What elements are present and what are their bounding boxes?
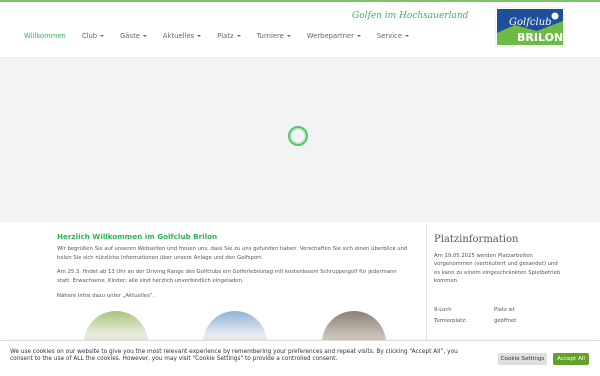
- nav-item-label: Aktuelles: [162, 32, 195, 40]
- cookie-notice-text: We use cookies on our website to give yo…: [10, 349, 458, 363]
- caret-down-icon: [197, 35, 202, 37]
- nav-item-werbepartner[interactable]: Werbepartner: [299, 29, 369, 43]
- caret-down-icon: [286, 35, 291, 37]
- caret-down-icon: [236, 35, 241, 37]
- sidebar-notice: Am 19.05.2025 werden Platzarbeiten vorge…: [434, 253, 561, 284]
- caret-down-icon: [405, 35, 410, 37]
- logo-text-top: Golfclub: [509, 17, 552, 28]
- nav-item-label: Willkommen: [24, 32, 66, 40]
- nav-item-aktuelles[interactable]: Aktuelles: [155, 29, 209, 43]
- course-status-row: Turnierplatz: geöffnet: [434, 317, 584, 325]
- site-tagline: Golfen im Hochsauerland: [352, 11, 469, 21]
- nav-item-platz[interactable]: Platz: [209, 29, 248, 43]
- event-paragraph: Am 25.3. findet ab 13 Uhr an der Driving…: [57, 269, 397, 284]
- info-paragraph: Nähere Infos dazu unter „Aktuelles“.: [57, 293, 155, 299]
- course-status: geöffnet: [494, 318, 517, 324]
- logo-text-bottom: BRILON: [517, 31, 563, 44]
- nav-item-label: Gäste: [120, 32, 140, 40]
- main-navigation: Willkommen Club Gäste Aktuelles Platz Tu…: [16, 29, 417, 43]
- cookie-settings-button[interactable]: Cookie Settings: [498, 353, 547, 365]
- top-accent-bar: [0, 0, 600, 2]
- nav-item-label: Platz: [217, 32, 234, 40]
- nav-item-label: Club: [81, 32, 98, 40]
- sidebar-divider: [426, 224, 427, 348]
- nav-item-label: Turniere: [256, 32, 284, 40]
- caret-down-icon: [100, 35, 105, 37]
- caret-down-icon: [356, 35, 361, 37]
- course-status: Platz ist: [494, 307, 515, 313]
- nav-item-club[interactable]: Club: [74, 29, 112, 43]
- nav-item-service[interactable]: Service: [369, 29, 417, 43]
- course-label: 9-Loch: [434, 307, 452, 313]
- nav-item-turniere[interactable]: Turniere: [249, 29, 299, 43]
- course-status-row: 9-Loch Platz ist: [434, 306, 584, 314]
- cookie-banner: We use cookies on our website to give yo…: [0, 340, 600, 376]
- sidebar-title: Platzinformation: [434, 234, 519, 245]
- nav-item-willkommen[interactable]: Willkommen: [16, 29, 74, 43]
- accept-all-button[interactable]: Accept All: [553, 353, 589, 365]
- nav-item-gaeste[interactable]: Gäste: [112, 29, 155, 43]
- loading-spinner-icon: [288, 126, 308, 146]
- golfclub-brilon-logo[interactable]: Golfclub BRILON: [495, 7, 565, 47]
- welcome-paragraph: Wir begrüßen Sie auf unseren Webseiten u…: [57, 246, 408, 261]
- nav-item-label: Werbepartner: [306, 32, 354, 40]
- caret-down-icon: [142, 35, 147, 37]
- nav-item-label: Service: [376, 32, 403, 40]
- welcome-heading: Herzlich Willkommen im Golfclub Brilon: [57, 232, 218, 241]
- course-label: Turnierplatz:: [434, 318, 467, 324]
